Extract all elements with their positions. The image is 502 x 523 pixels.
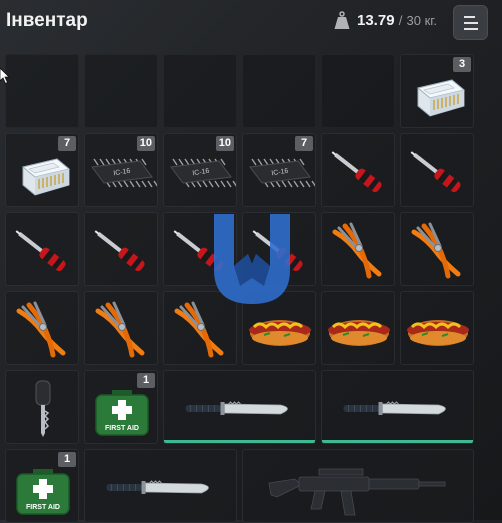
inventory-slot-hotdog[interactable] [321, 291, 395, 365]
assault-rifle-icon [268, 468, 446, 516]
inventory-slot-pliers[interactable] [5, 291, 79, 365]
screwdriver-icon [331, 151, 382, 193]
weight-readout: 13.79 / 30 кг. [357, 12, 437, 29]
durability-bar [322, 440, 473, 443]
item-count-badge: 10 [136, 136, 155, 151]
durability-bar [164, 440, 315, 443]
screwdriver-icon [410, 151, 461, 193]
inventory-slot-empty[interactable] [242, 54, 316, 128]
weight-icon [334, 11, 350, 29]
inventory-slot-combat-knife[interactable] [84, 449, 237, 523]
first-aid-label: FIRST AID [26, 504, 60, 511]
menu-button[interactable] [453, 5, 488, 40]
hotdog-icon [328, 320, 390, 346]
item-count-badge: 10 [215, 136, 234, 151]
pliers-icon [332, 222, 382, 279]
first-aid-label: FIRST AID [105, 425, 139, 432]
inventory-slot-combat-knife[interactable] [163, 370, 316, 444]
inventory-slot-pliers[interactable] [400, 212, 474, 286]
item-count-badge: 3 [453, 57, 471, 72]
page-title: Інвентар [6, 10, 88, 31]
inventory-slot-screwdriver[interactable] [84, 212, 158, 286]
weight-current: 13.79 [357, 12, 395, 29]
inventory-slot-microchip[interactable]: IC-16 10 [84, 133, 158, 207]
inventory-slot-ethernet-connector[interactable]: 3 [400, 54, 474, 128]
combat-knife-icon [185, 401, 288, 415]
item-count-badge: 1 [58, 452, 76, 467]
inventory-slot-assault-rifle[interactable] [242, 449, 474, 523]
pliers-icon [411, 222, 461, 279]
inventory-slot-hotdog[interactable] [400, 291, 474, 365]
item-count-badge: 1 [137, 373, 155, 388]
watermark-logo [214, 214, 290, 304]
weight-max: 30 кг. [406, 13, 438, 28]
inventory-slot-pliers[interactable] [84, 291, 158, 365]
screwdriver-icon [15, 230, 66, 272]
inventory-slot-ethernet-connector[interactable]: 7 [5, 133, 79, 207]
item-count-badge: 7 [295, 136, 313, 151]
inventory-slot-screwdriver[interactable] [400, 133, 474, 207]
inventory-slot-first-aid-kit[interactable]: FIRST AID 1 [5, 449, 79, 523]
screwdriver-icon [94, 230, 145, 272]
mouse-cursor-icon [0, 68, 10, 84]
inventory-slot-empty[interactable] [5, 54, 79, 128]
pliers-icon [95, 301, 145, 358]
car-key-icon [35, 380, 51, 437]
inventory-slot-first-aid-kit[interactable]: FIRST AID 1 [84, 370, 158, 444]
menu-icon [463, 15, 475, 18]
inventory-slot-screwdriver[interactable] [321, 133, 395, 207]
item-count-badge: 7 [58, 136, 76, 151]
inventory-slot-combat-knife[interactable] [321, 370, 474, 444]
inventory-slot-empty[interactable] [321, 54, 395, 128]
inventory-slot-screwdriver[interactable] [5, 212, 79, 286]
inventory-slot-microchip[interactable]: IC-16 10 [163, 133, 237, 207]
inventory-slot-car-key[interactable] [5, 370, 79, 444]
inventory-header: Інвентар 13.79 / 30 кг. [0, 0, 502, 44]
inventory-slot-pliers[interactable] [321, 212, 395, 286]
combat-knife-icon [343, 401, 446, 415]
inventory-slot-empty[interactable] [163, 54, 237, 128]
inventory-slot-empty[interactable] [84, 54, 158, 128]
weight-separator: / [398, 13, 403, 28]
combat-knife-icon [106, 480, 209, 494]
inventory-slot-microchip[interactable]: IC-16 7 [242, 133, 316, 207]
pliers-icon [16, 301, 66, 358]
hotdog-icon [407, 320, 469, 346]
